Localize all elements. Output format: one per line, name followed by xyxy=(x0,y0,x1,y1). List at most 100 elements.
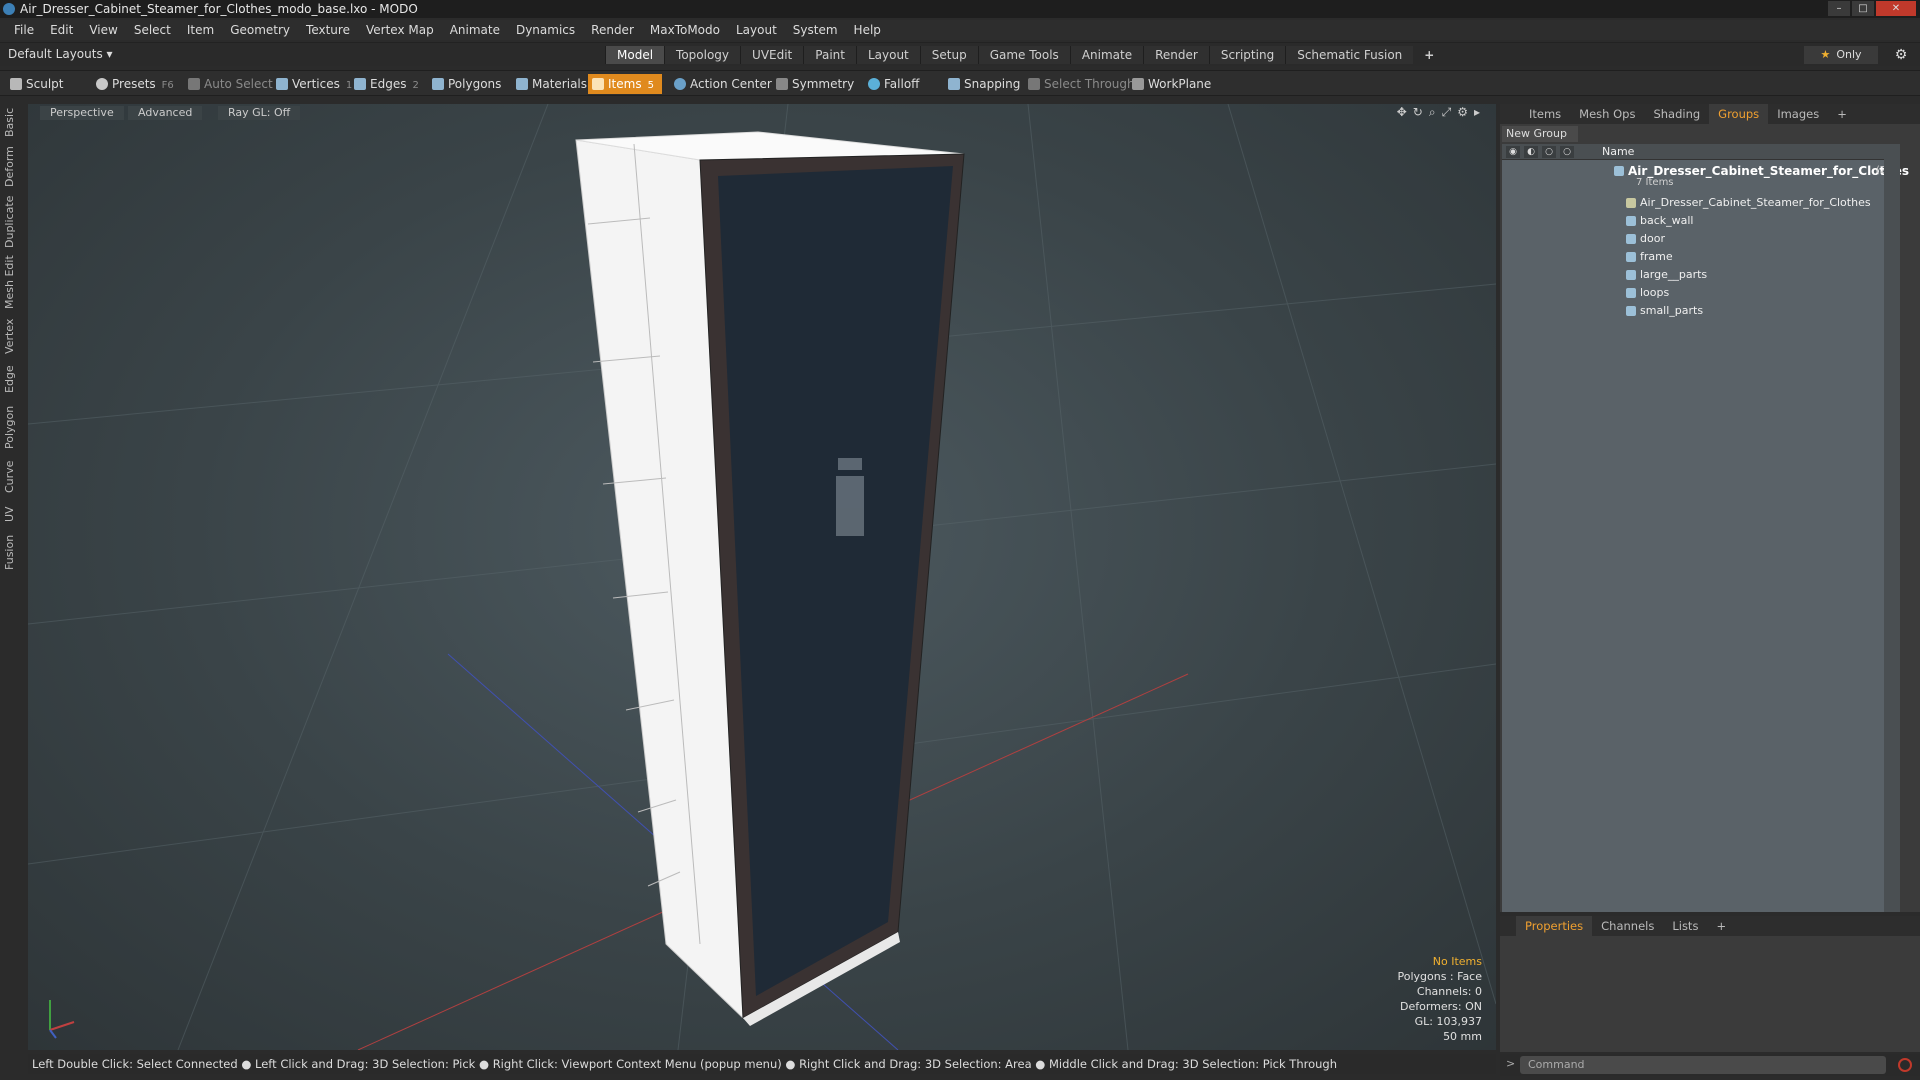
viewport-settings-icon[interactable]: ⚙ xyxy=(1457,105,1468,120)
presets-button[interactable]: Presets F6 xyxy=(92,74,174,94)
gear-icon[interactable]: ⚙ xyxy=(1892,46,1910,64)
tab-uv[interactable]: UV xyxy=(3,502,21,526)
add-tab-button[interactable]: + xyxy=(1413,46,1445,64)
menu-item[interactable]: Item xyxy=(179,20,222,40)
tab-polygon[interactable]: Polygon xyxy=(3,402,21,452)
list-scrollbar[interactable] xyxy=(1884,144,1900,912)
tab-game-tools[interactable]: Game Tools xyxy=(977,46,1070,64)
tab-setup[interactable]: Setup xyxy=(919,46,978,64)
tab-mesh-ops[interactable]: Mesh Ops xyxy=(1570,104,1644,124)
only-toggle[interactable]: ★ Only xyxy=(1804,46,1878,64)
tab-model[interactable]: Model xyxy=(605,46,665,64)
maximize-icon[interactable]: ⤢ xyxy=(1442,105,1452,120)
maximize-button[interactable]: □ xyxy=(1852,1,1874,16)
list-item[interactable]: door xyxy=(1502,230,1900,248)
left-tool-tabs: Basic Deform Duplicate Mesh Edit Vertex … xyxy=(0,100,24,1060)
tab-layout[interactable]: Layout xyxy=(855,46,920,64)
sculpt-button[interactable]: Sculpt xyxy=(6,74,63,94)
menu-render[interactable]: Render xyxy=(583,20,642,40)
menu-dynamics[interactable]: Dynamics xyxy=(508,20,583,40)
default-layouts-dropdown[interactable]: Default Layouts ▾ xyxy=(8,47,113,61)
select-column-icon[interactable]: ○ xyxy=(1560,146,1574,158)
tab-deform[interactable]: Deform xyxy=(3,146,21,188)
command-input[interactable]: Command xyxy=(1520,1056,1886,1074)
snapping-button[interactable]: Snapping xyxy=(944,74,1020,94)
lock-column-icon[interactable]: ○ xyxy=(1542,146,1556,158)
status-bar: Left Double Click: Select Connected ● Le… xyxy=(28,1054,1496,1074)
snapping-icon xyxy=(948,78,960,90)
group-row[interactable]: Air_Dresser_Cabinet_Steamer_for_Clothes … xyxy=(1502,162,1909,180)
menu-layout[interactable]: Layout xyxy=(728,20,785,40)
list-item[interactable]: back_wall xyxy=(1502,212,1900,230)
workplane-button[interactable]: WorkPlane xyxy=(1128,74,1211,94)
list-item[interactable]: loops xyxy=(1502,284,1900,302)
tab-shading[interactable]: Shading xyxy=(1644,104,1709,124)
3d-viewport[interactable]: Perspective Advanced Ray GL: Off ✥ ↻ ⌕ ⤢… xyxy=(28,104,1496,1050)
menu-edit[interactable]: Edit xyxy=(42,20,81,40)
raygl-toggle[interactable]: Ray GL: Off xyxy=(218,106,301,120)
tab-uvedit[interactable]: UVEdit xyxy=(740,46,804,64)
menu-vertex-map[interactable]: Vertex Map xyxy=(358,20,442,40)
tab-vertex[interactable]: Vertex xyxy=(3,316,21,356)
polygons-button[interactable]: Polygons xyxy=(428,74,501,94)
action-center-button[interactable]: Action Center xyxy=(670,74,772,94)
symmetry-button[interactable]: Symmetry xyxy=(772,74,854,94)
tab-edge[interactable]: Edge xyxy=(3,362,21,396)
list-item[interactable]: large__parts xyxy=(1502,266,1900,284)
menu-texture[interactable]: Texture xyxy=(298,20,358,40)
tab-curve[interactable]: Curve xyxy=(3,458,21,496)
tab-schematic-fusion[interactable]: Schematic Fusion xyxy=(1285,46,1414,64)
tab-images[interactable]: Images xyxy=(1768,104,1828,124)
command-stop-icon[interactable] xyxy=(1898,1058,1912,1072)
tab-duplicate[interactable]: Duplicate xyxy=(3,196,21,248)
edges-button[interactable]: Edges 2 xyxy=(350,74,419,94)
tool-toolbar: Sculpt Presets F6 Auto Select Vertices 1 E… xyxy=(0,70,1920,96)
list-item[interactable]: Air_Dresser_Cabinet_Steamer_for_Clothes xyxy=(1502,194,1900,212)
tab-groups[interactable]: Groups xyxy=(1709,104,1769,124)
tab-properties[interactable]: Properties xyxy=(1516,916,1593,936)
minimize-button[interactable]: – xyxy=(1828,1,1850,16)
menu-select[interactable]: Select xyxy=(126,20,179,40)
menu-view[interactable]: View xyxy=(81,20,125,40)
tab-paint[interactable]: Paint xyxy=(803,46,856,64)
list-item[interactable]: small_parts xyxy=(1502,302,1900,320)
tab-render[interactable]: Render xyxy=(1143,46,1209,64)
menu-file[interactable]: File xyxy=(6,20,42,40)
tab-scripting[interactable]: Scripting xyxy=(1208,46,1286,64)
tab-items[interactable]: Items xyxy=(1520,104,1570,124)
rotate-icon[interactable]: ↻ xyxy=(1413,105,1423,120)
zoom-icon[interactable]: ⌕ xyxy=(1429,105,1436,120)
menu-help[interactable]: Help xyxy=(846,20,889,40)
menu-geometry[interactable]: Geometry xyxy=(222,20,298,40)
menu-maxtomodo[interactable]: MaxToModo xyxy=(642,20,728,40)
tab-channels[interactable]: Channels xyxy=(1592,916,1663,936)
new-group-button[interactable]: New Group xyxy=(1502,126,1578,142)
expand-arrow-icon[interactable]: ▸ xyxy=(1474,105,1480,120)
items-button[interactable]: Items 5 xyxy=(588,74,662,94)
tab-lists[interactable]: Lists xyxy=(1663,916,1707,936)
visibility-column-icon[interactable]: ◉ xyxy=(1506,146,1520,158)
menu-system[interactable]: System xyxy=(785,20,846,40)
tab-basic[interactable]: Basic xyxy=(3,104,21,140)
render-column-icon[interactable]: ◐ xyxy=(1524,146,1538,158)
materials-button[interactable]: Materials xyxy=(512,74,587,94)
list-item[interactable]: frame xyxy=(1502,248,1900,266)
select-through-button[interactable]: Select Through xyxy=(1024,74,1135,94)
pan-icon[interactable]: ✥ xyxy=(1397,105,1407,120)
auto-select-button[interactable]: Auto Select xyxy=(184,74,273,94)
groups-panel: Items Mesh Ops Shading Groups Images + N… xyxy=(1500,104,1920,912)
shading-dropdown[interactable]: Advanced xyxy=(128,106,203,120)
close-button[interactable]: ✕ xyxy=(1876,1,1916,16)
tab-topology[interactable]: Topology xyxy=(664,46,741,64)
vertices-button[interactable]: Vertices 1 xyxy=(272,74,352,94)
falloff-button[interactable]: Falloff xyxy=(864,74,919,94)
menu-animate[interactable]: Animate xyxy=(442,20,508,40)
add-panel-tab-button[interactable]: + xyxy=(1828,104,1856,124)
group-icon xyxy=(1614,166,1624,176)
add-properties-tab-button[interactable]: + xyxy=(1707,916,1735,936)
view-type-dropdown[interactable]: Perspective xyxy=(40,106,124,120)
tab-fusion[interactable]: Fusion xyxy=(3,532,21,572)
axis-gizmo xyxy=(49,1000,75,1039)
tab-mesh-edit[interactable]: Mesh Edit xyxy=(3,254,21,310)
tab-animate[interactable]: Animate xyxy=(1069,46,1144,64)
